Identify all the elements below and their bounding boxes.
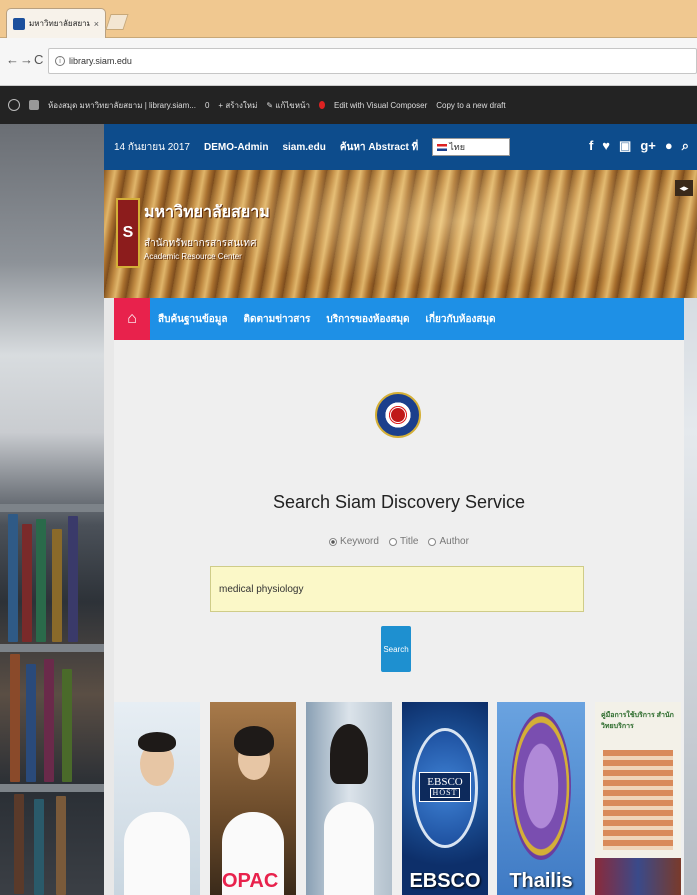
search-button[interactable]: Search	[381, 626, 411, 672]
bookshelf-background	[0, 124, 104, 895]
browser-tab-bar: มหาวิทยาลัยสยาม | ห้องสมุ... ×	[0, 0, 697, 38]
search-title: Search Siam Discovery Service	[272, 492, 526, 512]
admin-link[interactable]: DEMO-Admin	[204, 142, 268, 153]
wp-new-button[interactable]: + สร้างใหม่	[218, 99, 257, 112]
url-input[interactable]: i library.siam.edu	[48, 48, 697, 74]
university-name: มหาวิทยาลัยสยาม	[144, 204, 270, 221]
tile-thailis[interactable]: Thailis	[497, 702, 585, 895]
comments-count[interactable]: 0	[205, 101, 209, 110]
radio-title[interactable]: Title	[388, 536, 419, 547]
search-input[interactable]: medical physiology	[210, 566, 584, 612]
reload-icon[interactable]: C	[34, 52, 43, 67]
office-name: สำนักทรัพยากรสารสนเทศ	[144, 238, 257, 249]
back-icon[interactable]: ←	[6, 52, 19, 67]
university-seal-icon	[375, 392, 421, 438]
banner-subtitle: Academic Resource Center	[144, 252, 242, 261]
nav-item-databases[interactable]: สืบค้นฐานข้อมูล	[150, 312, 236, 327]
tile-student[interactable]	[306, 702, 392, 895]
ebsco-caption: EBSCO	[409, 870, 481, 892]
twitter-icon[interactable]: ♥	[602, 138, 610, 154]
current-date: 14 กันยายน 2017	[114, 141, 190, 153]
wp-site-name[interactable]: ห้องสมุด มหาวิทยาลัยสยาม | library.siam.…	[48, 99, 196, 112]
site-logo[interactable]: S มหาวิทยาลัยสยาม สำนักทรัพยากรสารสนเทศ …	[116, 198, 270, 276]
nav-item-services[interactable]: บริการของห้องสมุด	[318, 312, 417, 327]
thailis-seal-icon	[511, 712, 571, 860]
language-select[interactable]: ไทย	[432, 138, 511, 156]
radio-keyword[interactable]: Keyword	[329, 536, 379, 547]
radio-unselected-icon	[388, 537, 397, 546]
main-nav: ⌂ สืบค้นฐานข้อมูล ติดตามข่าวสาร บริการขอ…	[114, 298, 684, 340]
search-icon[interactable]: ⌕	[682, 138, 689, 154]
new-tab-button[interactable]	[105, 14, 129, 30]
radio-unselected-icon	[428, 537, 437, 546]
social-links: f ♥ ▣ g+ ● ⌕	[589, 138, 689, 154]
tile-library-guide[interactable]: คู่มือการใช้บริการ สำนักวิทยบริการ	[595, 702, 681, 895]
radio-author-label: Author	[439, 536, 469, 547]
site-link[interactable]: siam.edu	[282, 142, 325, 153]
home-icon	[29, 100, 39, 110]
thai-flag-icon	[437, 143, 448, 151]
radio-author[interactable]: Author	[428, 536, 469, 547]
wordpress-logo-icon[interactable]	[8, 99, 20, 111]
wp-edit-page-button[interactable]: ✎ แก้ไขหน้า	[266, 99, 310, 112]
ebsco-logo-text: EBSCO	[427, 775, 463, 788]
abstract-link[interactable]: ค้นหา Abstract ที่	[340, 140, 418, 155]
url-text: library.siam.edu	[69, 56, 132, 66]
tile-ebsco[interactable]: EBSCO HOST EBSCO	[402, 702, 488, 895]
nav-home-button[interactable]: ⌂	[114, 298, 150, 340]
address-bar: ← → C i library.siam.edu	[0, 38, 697, 86]
top-info-bar: 14 กันยายน 2017 DEMO-Admin siam.edu ค้นห…	[104, 124, 697, 170]
opac-label: OPAC	[222, 870, 279, 892]
copy-draft-link[interactable]: Copy to a new draft	[436, 101, 505, 110]
siam-s-logo-icon: S	[116, 198, 140, 268]
tab-title: มหาวิทยาลัยสยาม | ห้องสมุ...	[29, 19, 90, 28]
radio-selected-icon	[329, 537, 338, 546]
resource-tiles: OPAC EBSCO HOST EBSCO Thailis คู่มือการใ…	[114, 702, 684, 895]
thailis-caption: Thailis	[509, 870, 573, 892]
radio-title-label: Title	[399, 536, 419, 547]
radio-keyword-label: Keyword	[340, 536, 379, 547]
ebsco-logo: EBSCO HOST	[419, 772, 471, 802]
home-icon: ⌂	[127, 310, 137, 327]
slider-arrows-icon[interactable]: ◂▸	[675, 180, 693, 196]
main-content: Search Siam Discovery Service Keyword Ti…	[114, 340, 684, 895]
web-page: 14 กันยายน 2017 DEMO-Admin siam.edu ค้นห…	[0, 124, 697, 895]
search-query: medical physiology	[219, 583, 304, 595]
facebook-icon[interactable]: f	[589, 138, 593, 154]
nav-item-news[interactable]: ติดตามข่าวสาร	[236, 312, 319, 327]
youtube-icon[interactable]: ▣	[619, 138, 631, 154]
search-field-options: Keyword Title Author	[114, 536, 684, 547]
language-value: ไทย	[449, 142, 465, 152]
page-info-icon[interactable]: i	[55, 56, 65, 66]
tab-close-icon[interactable]: ×	[94, 19, 99, 29]
library-building-image	[603, 750, 673, 850]
ebsco-host-text: HOST	[429, 787, 461, 799]
library-guide-title: คู่มือการใช้บริการ สำนักวิทยบริการ	[601, 712, 674, 730]
tile-doctor[interactable]	[114, 702, 200, 895]
book-covers-strip	[595, 858, 681, 895]
status-dot-icon	[319, 101, 326, 109]
tile-opac[interactable]: OPAC	[210, 702, 296, 895]
nav-item-about[interactable]: เกี่ยวกับห้องสมุด	[418, 312, 504, 327]
google-plus-icon[interactable]: g+	[640, 138, 656, 154]
header-banner: S มหาวิทยาลัยสยาม สำนักทรัพยากรสารสนเทศ …	[104, 170, 697, 298]
wp-admin-toolbar: ห้องสมุด มหาวิทยาลัยสยาม | library.siam.…	[0, 86, 697, 124]
forward-icon[interactable]: →	[20, 52, 33, 67]
browser-tab[interactable]: มหาวิทยาลัยสยาม | ห้องสมุ... ×	[6, 8, 106, 38]
flickr-icon[interactable]: ●	[665, 138, 673, 154]
visual-composer-link[interactable]: Edit with Visual Composer	[334, 101, 427, 110]
site-favicon-icon	[13, 17, 25, 30]
